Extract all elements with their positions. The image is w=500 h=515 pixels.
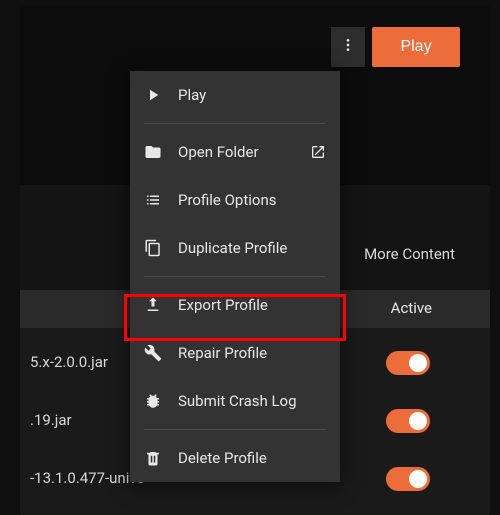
menu-item-label: Submit Crash Log [178, 392, 297, 410]
more-options-button[interactable] [331, 27, 365, 67]
kebab-icon [340, 35, 356, 59]
menu-item-label: Duplicate Profile [178, 239, 287, 257]
active-toggle[interactable] [386, 409, 430, 433]
menu-item-label: Repair Profile [178, 344, 267, 362]
menu-item-submit-crash-log[interactable]: Submit Crash Log [130, 377, 340, 425]
menu-item-label: Profile Options [178, 191, 276, 209]
menu-item-profile-options[interactable]: Profile Options [130, 176, 340, 224]
trash-icon [144, 449, 162, 467]
file-name: .19.jar [30, 411, 72, 429]
file-name: -13.1.0.477-unive [30, 469, 145, 487]
copy-icon [144, 239, 162, 257]
menu-item-repair-profile[interactable]: Repair Profile [130, 329, 340, 377]
app-frame: Play More Content Active 5.x-2.0.0.jar .… [20, 5, 490, 515]
list-icon [144, 191, 162, 209]
menu-item-delete-profile[interactable]: Delete Profile [130, 434, 340, 482]
menu-separator [144, 429, 326, 430]
active-toggle[interactable] [386, 467, 430, 491]
menu-item-open-folder[interactable]: Open Folder [130, 128, 340, 176]
menu-item-label: Delete Profile [178, 449, 267, 467]
menu-item-label: Export Profile [178, 296, 268, 314]
menu-separator [144, 123, 326, 124]
menu-item-duplicate-profile[interactable]: Duplicate Profile [130, 224, 340, 272]
bug-icon [144, 392, 162, 410]
external-link-icon [310, 144, 326, 160]
export-icon [144, 296, 162, 314]
menu-item-label: Open Folder [178, 143, 259, 161]
active-toggle[interactable] [386, 351, 430, 375]
menu-separator [144, 276, 326, 277]
profile-context-menu: Play Open Folder Profile Options Duplica… [130, 71, 340, 482]
more-content-link[interactable]: More Content [364, 245, 455, 263]
menu-item-label: Play [178, 86, 206, 104]
wrench-icon [144, 344, 162, 362]
play-button[interactable]: Play [372, 27, 460, 67]
menu-item-export-profile[interactable]: Export Profile [130, 281, 340, 329]
menu-item-play[interactable]: Play [130, 71, 340, 119]
folder-icon [144, 143, 162, 161]
file-name: 5.x-2.0.0.jar [30, 353, 108, 371]
column-header-active: Active [391, 299, 432, 317]
play-icon [144, 86, 162, 104]
